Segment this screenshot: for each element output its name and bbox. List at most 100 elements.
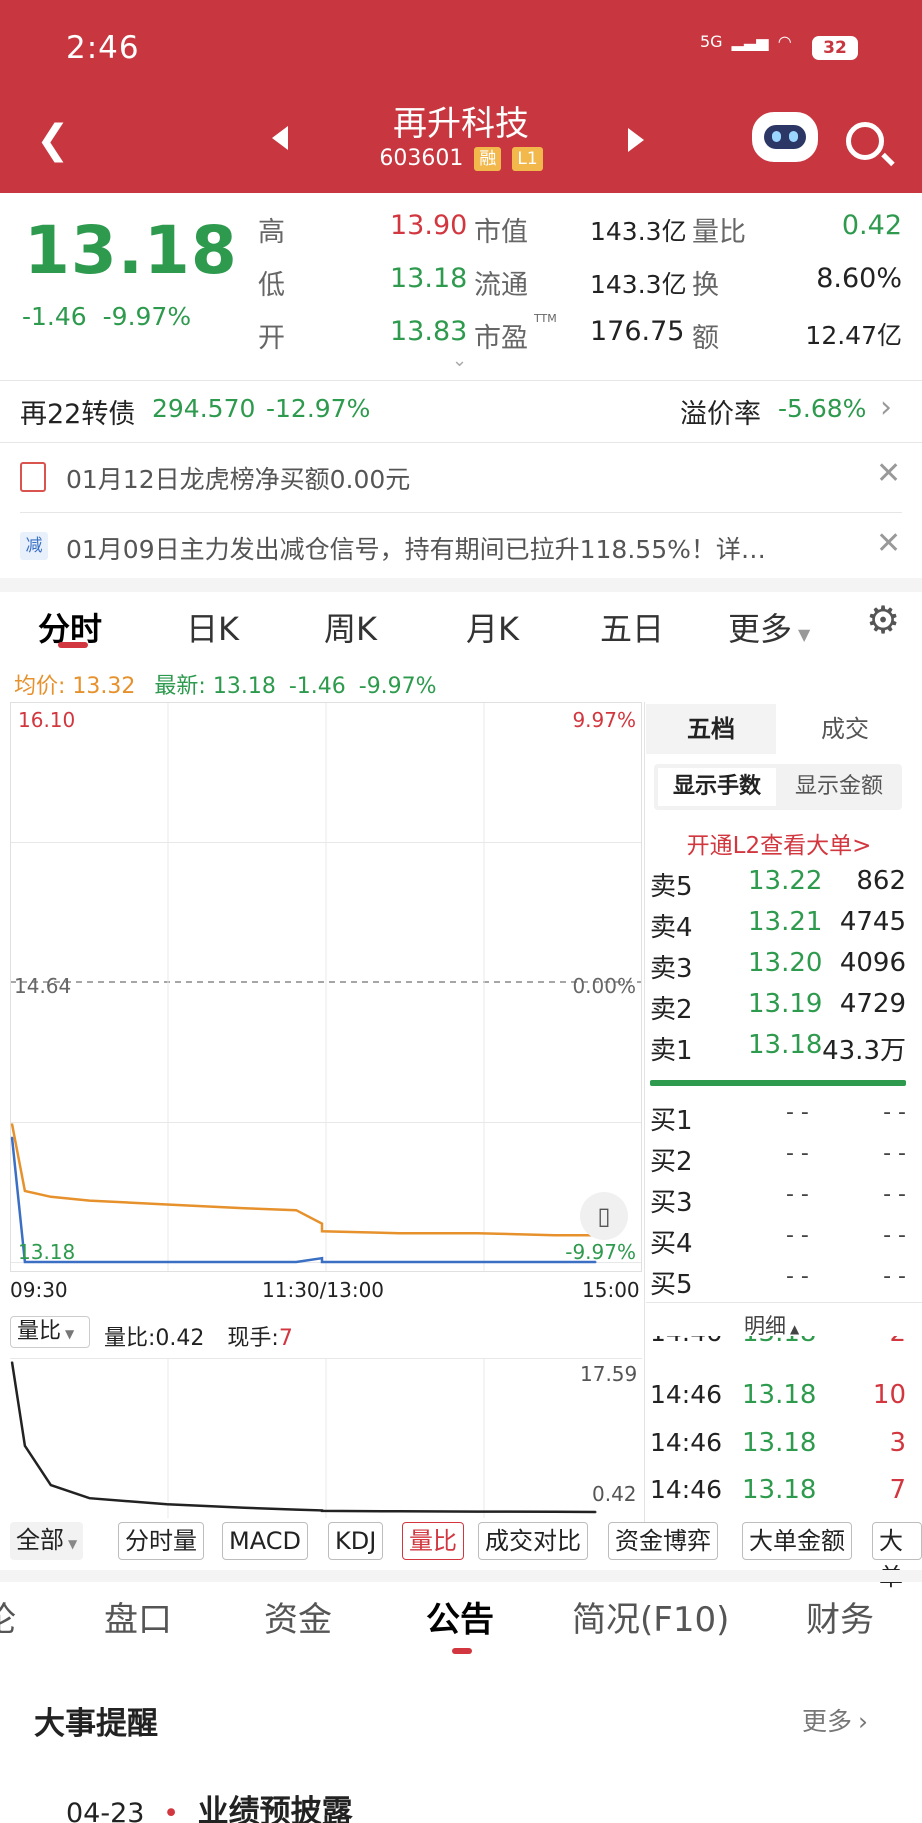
show-amount-toggle[interactable]: 显示金额	[780, 768, 898, 806]
indicator-chip[interactable]: 资金博弈	[608, 1522, 718, 1560]
intraday-chart[interactable]	[10, 702, 642, 1272]
convertible-bond-row[interactable]: 再22转债 294.570 -12.97% 溢价率 -5.68% ›	[20, 390, 900, 442]
ask-row[interactable]: 卖4 13.21 4745	[650, 907, 908, 947]
volume-ratio-line	[10, 1361, 596, 1514]
amount-value: 12.47亿	[805, 321, 902, 350]
price-change: -1.46 -9.97%	[22, 302, 191, 331]
bid-price: - -	[786, 1141, 809, 1166]
vol-ratio-value: 0.42	[841, 210, 902, 241]
indicator-chip[interactable]: 大单	[872, 1522, 922, 1591]
indicator-chip[interactable]: 大单金额	[742, 1522, 852, 1560]
data-point	[88, 1199, 91, 1202]
premium-label: 溢价率	[680, 399, 761, 430]
trade-time: 14:46	[650, 1336, 722, 1347]
rotate-screen-icon[interactable]: ▯	[580, 1192, 628, 1240]
ask-row[interactable]: 卖1 13.18 43.3万	[650, 1030, 908, 1070]
ask-row[interactable]: 卖3 13.20 4096	[650, 948, 908, 988]
bid-row[interactable]: 买2 - - - -	[650, 1141, 908, 1181]
data-point	[11, 1136, 13, 1139]
bullet-icon: •	[163, 1798, 179, 1823]
trade-row: 14:46 13.18 3	[650, 1428, 908, 1468]
data-point	[88, 1497, 91, 1499]
trade-volume: 7	[889, 1475, 906, 1505]
tab-discussion[interactable]: 论	[0, 1592, 16, 1641]
price-line	[10, 1137, 596, 1264]
caret-down-icon: ▼	[65, 1327, 75, 1341]
bid-row[interactable]: 买1 - - - -	[650, 1100, 908, 1140]
ask-price: 13.19	[748, 989, 823, 1019]
tab-order-panel[interactable]: 盘口	[104, 1592, 172, 1641]
ask-volume: 4096	[839, 948, 906, 978]
now-label: 现手:	[227, 1326, 279, 1351]
data-point	[476, 1510, 478, 1513]
low-value: 13.18	[390, 263, 468, 294]
data-point	[166, 1203, 168, 1206]
expand-chevron-icon[interactable]: ⌄	[452, 350, 467, 371]
close-icon[interactable]: ✕	[876, 456, 901, 491]
tab-financials[interactable]: 财务	[806, 1592, 874, 1641]
trade-volume: 10	[872, 1380, 906, 1410]
close-icon[interactable]: ✕	[876, 526, 901, 561]
turnover-value: 8.60%	[816, 263, 902, 294]
volume-ratio-chart[interactable]	[10, 1358, 642, 1518]
show-lots-toggle[interactable]: 显示手数	[658, 768, 776, 806]
float-label: 流通	[474, 270, 528, 301]
trade-time: 14:46	[650, 1428, 723, 1457]
settings-gear-icon[interactable]: ⚙	[866, 598, 900, 642]
latest-change: -1.46	[288, 674, 346, 699]
wifi-icon: ◠	[777, 32, 792, 51]
event-text: 业绩预披露	[197, 1794, 353, 1823]
bid-row[interactable]: 买5 - - - -	[650, 1264, 908, 1304]
tab-capital[interactable]: 资金	[264, 1592, 332, 1641]
divider	[0, 442, 922, 443]
ask-volume: 43.3万	[822, 1036, 906, 1066]
indicator-chip[interactable]: 量比	[402, 1522, 464, 1560]
divider	[20, 512, 902, 513]
notice-item[interactable]: 减 01月09日主力发出减仓信号，持有期间已拉升118.55%！详… ✕	[20, 526, 902, 572]
events-more-link[interactable]: 更多 ›	[802, 1702, 868, 1738]
indicator-chip[interactable]: MACD	[222, 1522, 308, 1560]
event-item[interactable]: 04-23 • 业绩预披露	[66, 1786, 353, 1823]
bid-volume: - -	[883, 1264, 906, 1289]
indicator-selector[interactable]: 量比 ▼	[10, 1316, 90, 1348]
tab-more[interactable]: 更多 ▼	[728, 604, 810, 650]
trade-row: 14:46 13.18 2	[650, 1336, 908, 1356]
trade-row: 14:46 13.18 10	[650, 1380, 908, 1420]
indicator-chip[interactable]: KDJ	[328, 1522, 384, 1560]
bid-volume: - -	[883, 1100, 906, 1125]
data-point	[321, 1510, 323, 1512]
indicator-chip[interactable]: 分时量	[118, 1522, 204, 1560]
ask-label: 卖5	[650, 872, 693, 902]
trade-time: 14:46	[650, 1475, 723, 1504]
bid-volume: - -	[883, 1223, 906, 1248]
ask-row[interactable]: 卖2 13.19 4729	[650, 989, 908, 1029]
indicator-chip[interactable]: 全部 ▼	[10, 1522, 84, 1560]
ratio-label: 量比:	[104, 1326, 156, 1351]
ask-volume: 862	[856, 866, 906, 896]
tab-monthly-k[interactable]: 月K	[466, 604, 519, 650]
intraday-summary: 均价: 13.32 最新: 13.18 -1.46 -9.97%	[14, 668, 437, 700]
bid-row[interactable]: 买4 - - - -	[650, 1223, 908, 1263]
y-bottom-label: 13.18	[18, 1240, 76, 1264]
tab-five-levels[interactable]: 五档	[646, 704, 776, 754]
tab-f10[interactable]: 简况(F10)	[572, 1592, 729, 1641]
ai-assistant-icon[interactable]	[752, 112, 818, 162]
l2-upgrade-link[interactable]: 开通L2查看大单>	[650, 826, 908, 860]
tab-daily-k[interactable]: 日K	[186, 604, 239, 650]
tab-announcements[interactable]: 公告	[426, 1592, 494, 1641]
search-icon[interactable]	[846, 122, 884, 160]
ask-row[interactable]: 卖5 13.22 862	[650, 866, 908, 906]
amount-label: 额	[692, 323, 719, 354]
bid-row[interactable]: 买3 - - - -	[650, 1182, 908, 1222]
trade-price: 13.18	[742, 1336, 816, 1348]
data-point	[24, 1444, 26, 1447]
data-point	[295, 1508, 297, 1511]
tab-weekly-k[interactable]: 周K	[324, 604, 377, 650]
notice-item[interactable]: 01月12日龙虎榜净买额0.00元 ✕	[20, 456, 902, 502]
trade-time: 14:46	[650, 1380, 723, 1409]
bid-label: 买3	[650, 1188, 693, 1218]
tab-five-day[interactable]: 五日	[600, 604, 664, 650]
vol-y-bottom: 0.42	[592, 1482, 637, 1506]
indicator-chip[interactable]: 成交对比	[478, 1522, 588, 1560]
tab-trades[interactable]: 成交	[780, 704, 910, 754]
